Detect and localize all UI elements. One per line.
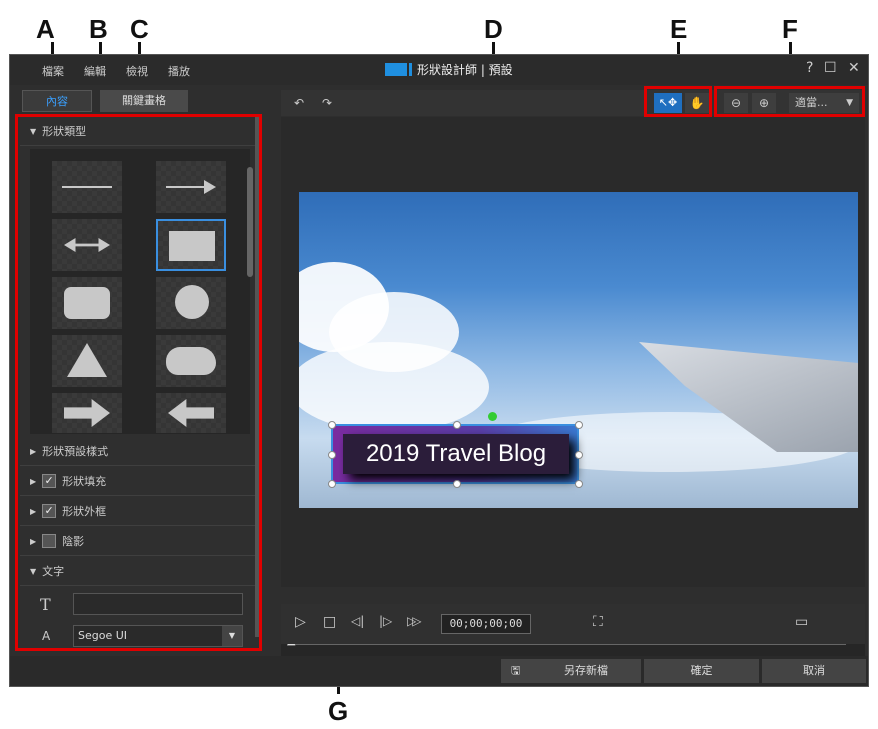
resize-handle[interactable] <box>453 480 461 488</box>
ok-button[interactable]: 確定 <box>644 659 759 683</box>
bottom-bar: 🖫 另存新檔 確定 取消 <box>10 656 868 686</box>
callout-e: E <box>670 14 688 44</box>
resize-handle[interactable] <box>328 421 336 429</box>
display-mode-button[interactable]: ▭ <box>795 614 808 630</box>
callout-f: F <box>782 14 798 44</box>
callout-c: C <box>130 14 149 44</box>
tab-content[interactable]: 內容 <box>22 90 92 112</box>
highlight-box-f <box>714 86 865 117</box>
preview-area: 2019 Travel Blog ▲ <box>281 117 865 666</box>
rotate-handle[interactable] <box>488 412 497 421</box>
window-title-text: 形狀設計師 | 預設 <box>417 63 513 77</box>
annotated-screenshot: A B C D E F G 檔案 編輯 檢視 播放 形狀設計師 | 預設 ? ☐… <box>0 0 878 729</box>
fullscreen-button[interactable]: ⛶ <box>593 614 603 630</box>
menu-play[interactable]: 播放 <box>168 63 190 79</box>
callout-g: G <box>328 696 349 726</box>
fast-forward-button[interactable]: ▷▷ <box>407 614 422 628</box>
resize-handle[interactable] <box>328 451 336 459</box>
cancel-button[interactable]: 取消 <box>762 659 866 683</box>
tab-keyframes[interactable]: 關鍵畫格 <box>100 90 188 112</box>
timeline-track <box>291 644 846 645</box>
highlight-box-e <box>644 86 712 117</box>
save-as-button[interactable]: 🖫 另存新檔 <box>501 659 641 683</box>
shape-text[interactable]: 2019 Travel Blog <box>343 434 569 474</box>
save-as-label: 另存新檔 <box>564 664 608 677</box>
app-logo-icon <box>385 63 412 76</box>
highlight-box-b <box>15 114 262 651</box>
stop-button[interactable]: □ <box>323 614 336 630</box>
window-title: 形狀設計師 | 預設 <box>385 61 513 78</box>
callout-b: B <box>89 14 108 44</box>
menu-file[interactable]: 檔案 <box>42 63 64 79</box>
resize-handle[interactable] <box>328 480 336 488</box>
callout-a: A <box>36 14 55 44</box>
resize-handle[interactable] <box>575 451 583 459</box>
undo-button[interactable]: ↶ <box>287 93 311 113</box>
help-button[interactable]: ? <box>806 60 813 76</box>
preview-video: 2019 Travel Blog <box>299 192 858 508</box>
prev-frame-button[interactable]: ◁| <box>351 614 364 628</box>
playback-controls: ▷ □ ◁| |▷ ▷▷ 00;00;00;00 ⛶ ▭ <box>281 604 865 644</box>
resize-handle[interactable] <box>453 421 461 429</box>
timecode-display: 00;00;00;00 <box>441 614 531 634</box>
cloud-image <box>299 342 489 432</box>
next-frame-button[interactable]: |▷ <box>379 614 392 628</box>
resize-handle[interactable] <box>575 421 583 429</box>
selected-text-shape[interactable]: 2019 Travel Blog <box>328 412 583 488</box>
callout-d: D <box>484 14 503 44</box>
play-button[interactable]: ▷ <box>295 614 306 630</box>
close-button[interactable]: ✕ <box>848 60 860 76</box>
menu-edit[interactable]: 編輯 <box>84 63 106 79</box>
maximize-button[interactable]: ☐ <box>824 60 837 76</box>
redo-button[interactable]: ↷ <box>315 93 339 113</box>
title-bar: 檔案 編輯 檢視 播放 形狀設計師 | 預設 ? ☐ ✕ <box>10 55 868 85</box>
resize-handle[interactable] <box>575 480 583 488</box>
menu-view[interactable]: 檢視 <box>126 63 148 79</box>
save-icon: 🖫 <box>511 664 521 677</box>
